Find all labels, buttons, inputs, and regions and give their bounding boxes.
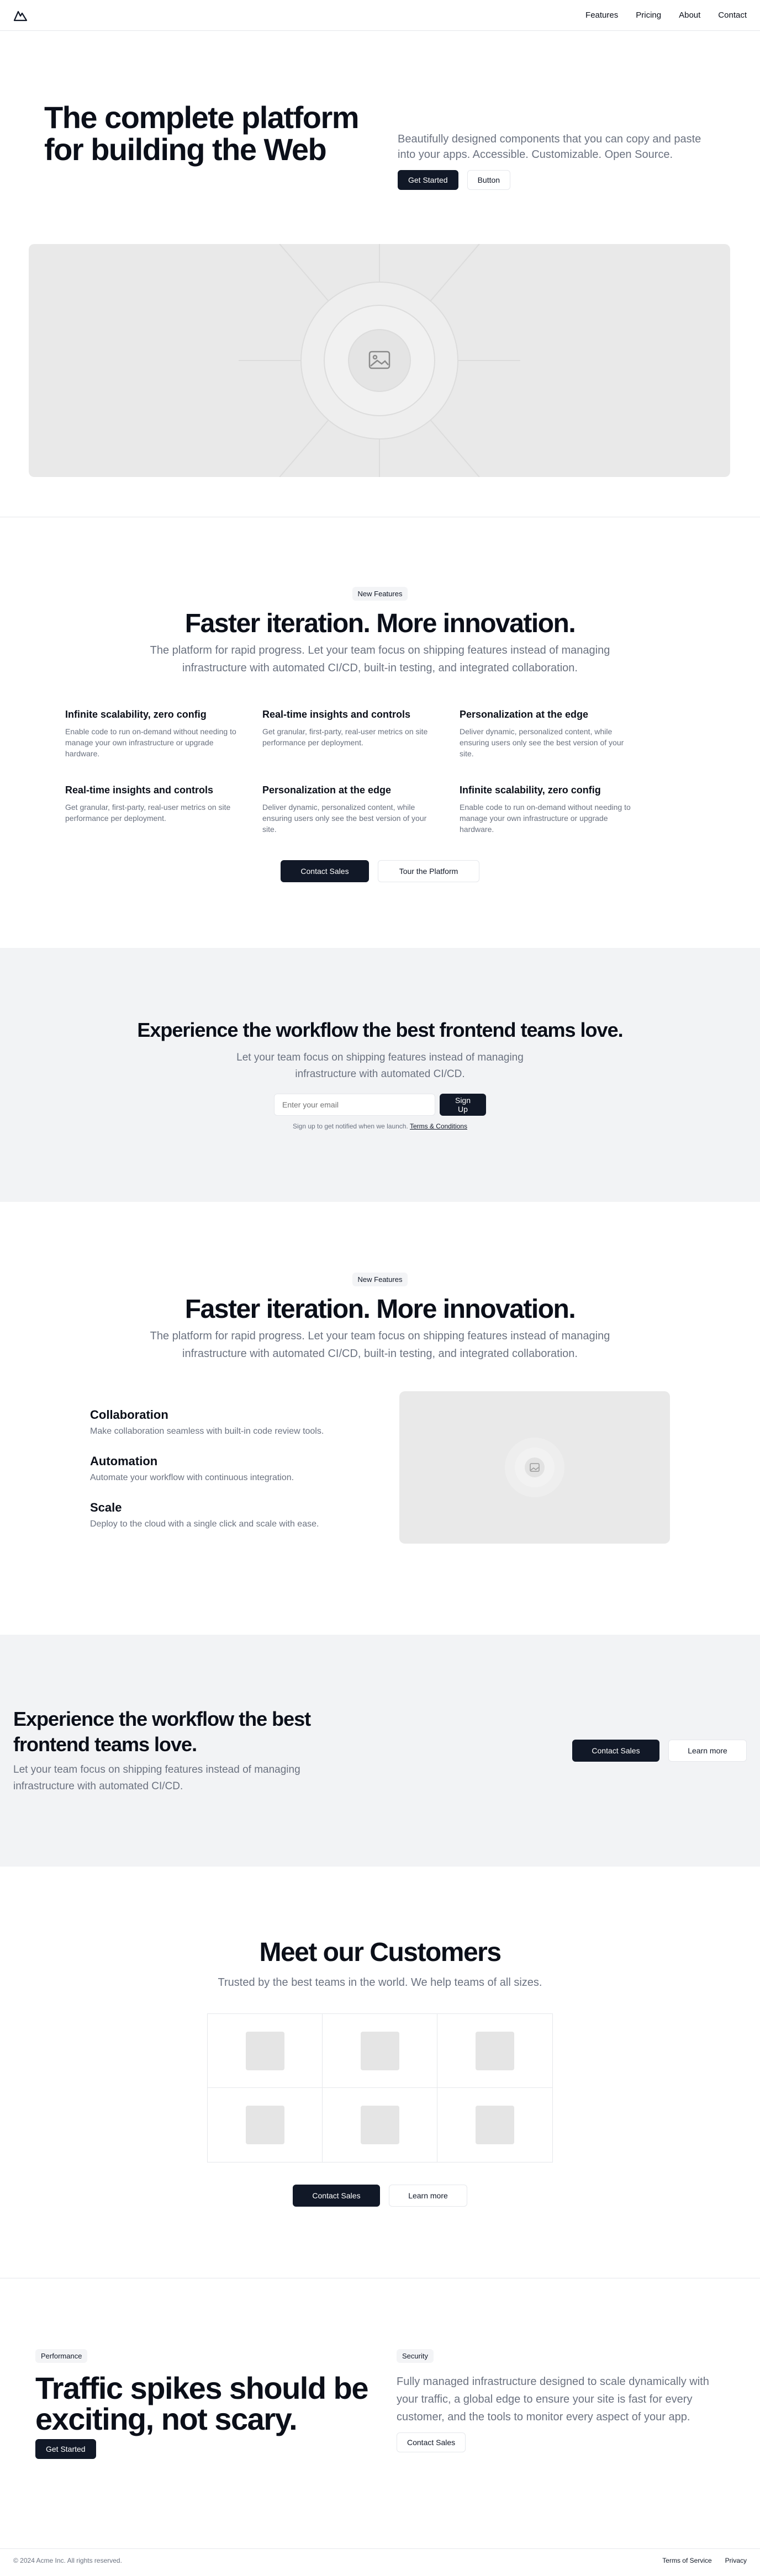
feature-item: Infinite scalability, zero config Enable… [460, 785, 636, 835]
hero-section: The complete platform for building the W… [0, 31, 760, 517]
performance-badge: Performance [35, 2349, 88, 2363]
tour-platform-button[interactable]: Tour the Platform [378, 860, 479, 882]
customer-logo [245, 2031, 284, 2070]
hero-image-placeholder [29, 244, 730, 477]
new-features-badge: New Features [352, 1273, 408, 1286]
feature-desc: Get granular, first-party, real-user met… [65, 803, 231, 823]
secondary-button[interactable]: Button [467, 170, 511, 190]
features2-title: Faster iteration. More innovation. [184, 1295, 576, 1324]
customer-logo [476, 2106, 514, 2144]
cta-title: Experience the workflow the best fronten… [13, 1708, 311, 1756]
feature-title: Real-time insights and controls [262, 709, 411, 720]
feature-item: Real-time insights and controls Get gran… [65, 785, 262, 835]
features-split-section: New Features Faster iteration. More inno… [0, 1202, 760, 1635]
customer-logo-cell [208, 2014, 323, 2088]
footer: © 2024 Acme Inc. All rights reserved. Te… [0, 2548, 760, 2572]
customer-logo-cell [208, 2088, 323, 2162]
customers-title: Meet our Customers [259, 1938, 502, 1967]
feature-desc: Automate your workflow with continuous i… [90, 1473, 294, 1482]
new-features-badge: New Features [352, 587, 408, 601]
feature-item: Real-time insights and controls Get gran… [262, 709, 460, 759]
feature-desc: Enable code to run on-demand without nee… [65, 727, 236, 758]
feature-desc: Deliver dynamic, personalized content, w… [262, 803, 427, 834]
hero-title: The complete platform for building the W… [44, 100, 360, 167]
feature-item: Personalization at the edge Deliver dyna… [262, 785, 460, 835]
copyright-text: © 2024 Acme Inc. All rights reserved. [13, 2556, 122, 2564]
customer-logo [476, 2031, 514, 2070]
customer-logo-cell [323, 2088, 437, 2162]
email-signup-form: Sign Up [0, 1094, 760, 1116]
email-section-title: Experience the workflow the best fronten… [137, 1019, 623, 1041]
traffic-title: Traffic spikes should be exciting, not s… [35, 2371, 368, 2436]
email-section-lead: Let your team focus on shipping features… [236, 1052, 524, 1080]
feature-desc: Deliver dynamic, personalized content, w… [460, 727, 624, 758]
feature-title: Collaboration [90, 1408, 168, 1422]
list-item: Automation Automate your workflow with c… [90, 1454, 361, 1483]
customer-logo-cell [437, 2014, 552, 2088]
feature-desc: Deploy to the cloud with a single click … [90, 1519, 319, 1529]
email-note: Sign up to get notified when we launch. … [0, 1122, 760, 1130]
customer-logo-cell [323, 2014, 437, 2088]
feature-desc: Get granular, first-party, real-user met… [262, 727, 428, 747]
feature-title: Scale [90, 1501, 122, 1514]
feature-desc: Make collaboration seamless with built-i… [90, 1427, 324, 1436]
feature-title: Infinite scalability, zero config [460, 785, 601, 796]
terms-of-service-link[interactable]: Terms of Service [662, 2557, 711, 2564]
contact-sales-button[interactable]: Contact Sales [281, 860, 369, 882]
customer-logo [360, 2031, 399, 2070]
learn-more-button[interactable]: Learn more [389, 2185, 467, 2207]
feature-list: Collaboration Make collaboration seamles… [90, 1391, 361, 1547]
feature-title: Personalization at the edge [460, 709, 589, 720]
nav-link-pricing[interactable]: Pricing [636, 10, 661, 20]
feature-title: Infinite scalability, zero config [65, 709, 207, 720]
customer-logo-grid [207, 2013, 553, 2162]
nav-link-contact[interactable]: Contact [718, 10, 747, 20]
security-badge: Security [397, 2349, 434, 2363]
customer-logo [245, 2106, 284, 2144]
features2-lead: The platform for rapid progress. Let you… [150, 1330, 610, 1360]
privacy-link[interactable]: Privacy [725, 2557, 747, 2564]
cta-lead: Let your team focus on shipping features… [13, 1764, 300, 1792]
features-section: New Features Faster iteration. More inno… [0, 517, 760, 948]
customers-section: Meet our Customers Trusted by the best t… [0, 1867, 760, 2278]
email-signup-section: Experience the workflow the best fronten… [0, 948, 760, 1202]
features-title: Faster iteration. More innovation. [184, 609, 576, 638]
feature-desc: Enable code to run on-demand without nee… [460, 803, 631, 834]
get-started-button[interactable]: Get Started [398, 170, 458, 190]
security-lead: Fully managed infrastructure designed to… [397, 2376, 709, 2423]
nav-links: Features Pricing About Contact [585, 10, 747, 20]
feature-title: Personalization at the edge [262, 785, 392, 796]
email-note-text: Sign up to get notified when we launch. [293, 1122, 408, 1130]
mountain-logo-icon[interactable] [13, 9, 28, 22]
email-input[interactable] [274, 1094, 435, 1116]
top-nav: Features Pricing About Contact [0, 0, 760, 31]
list-item: Collaboration Make collaboration seamles… [90, 1408, 361, 1437]
traffic-section: Performance Traffic spikes should be exc… [0, 2278, 760, 2548]
nav-link-features[interactable]: Features [585, 10, 618, 20]
hero-subtitle: Beautifully designed components that you… [398, 133, 701, 161]
customer-logo [360, 2106, 399, 2144]
get-started-button[interactable]: Get Started [35, 2439, 96, 2459]
feature-title: Real-time insights and controls [65, 785, 214, 796]
contact-sales-button[interactable]: Contact Sales [397, 2432, 466, 2452]
feature-title: Automation [90, 1454, 158, 1468]
feature-image-placeholder [399, 1391, 670, 1544]
customers-lead: Trusted by the best teams in the world. … [218, 1976, 542, 1989]
learn-more-button[interactable]: Learn more [668, 1740, 747, 1762]
nav-link-about[interactable]: About [679, 10, 700, 20]
feature-item: Infinite scalability, zero config Enable… [65, 709, 262, 759]
cta-section: Experience the workflow the best fronten… [0, 1635, 760, 1867]
features-lead: The platform for rapid progress. Let you… [150, 644, 610, 674]
customer-logo-cell [437, 2088, 552, 2162]
contact-sales-button[interactable]: Contact Sales [572, 1740, 659, 1762]
feature-item: Personalization at the edge Deliver dyna… [460, 709, 636, 759]
terms-link[interactable]: Terms & Conditions [410, 1122, 467, 1130]
contact-sales-button[interactable]: Contact Sales [293, 2185, 380, 2207]
sign-up-button[interactable]: Sign Up [440, 1094, 486, 1116]
list-item: Scale Deploy to the cloud with a single … [90, 1501, 361, 1529]
